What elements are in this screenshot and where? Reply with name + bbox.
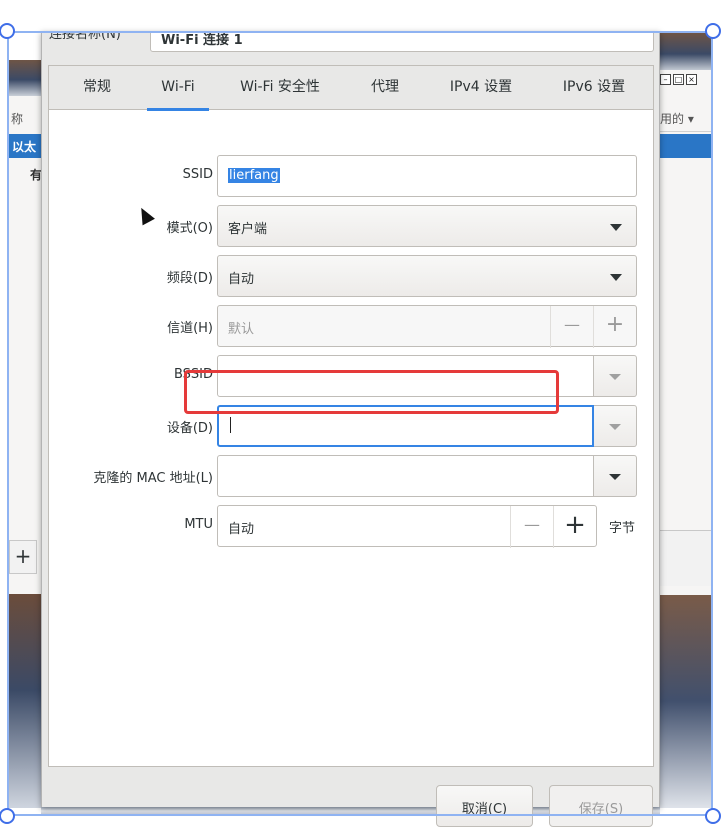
selection-frame bbox=[7, 31, 713, 816]
resize-handle-bottom-right[interactable] bbox=[705, 808, 721, 824]
resize-handle-top-right[interactable] bbox=[705, 23, 721, 39]
resize-handle-bottom-left[interactable] bbox=[0, 808, 15, 824]
